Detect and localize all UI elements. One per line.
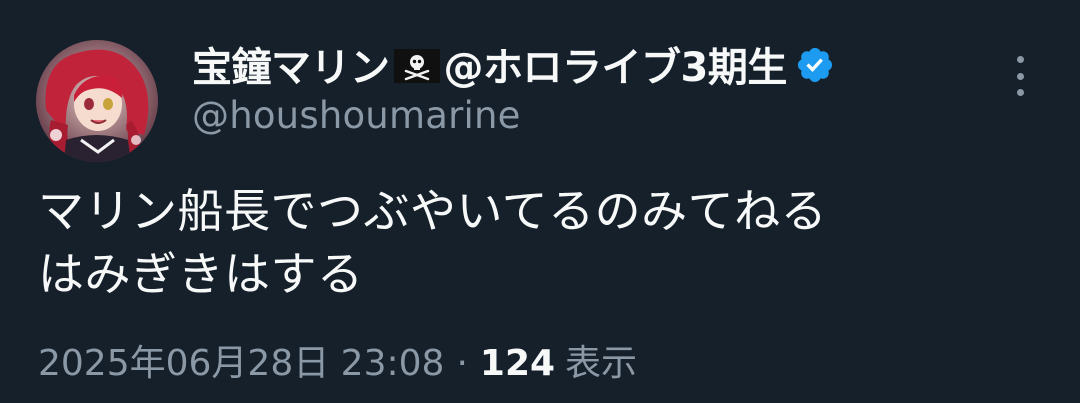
tweet-timestamp[interactable]: 2025年06月28日 23:08 (38, 334, 444, 386)
more-options-button[interactable] (1005, 56, 1035, 96)
author-display-name-suffix[interactable]: @ホロライブ3期生 (444, 35, 788, 93)
avatar[interactable] (36, 40, 158, 162)
tweet-text-line: マリン船長でつぶやいてるのみてねる (38, 184, 828, 238)
tweet: 宝鐘マリン @ホロライブ3期生 @houshoumarine マリン船長でつぶや… (0, 0, 1080, 403)
pirate-flag-icon (393, 49, 440, 83)
views-count[interactable]: 124 (480, 343, 555, 384)
tweet-meta: 2025年06月28日 23:08 · 124 表示 (38, 334, 637, 386)
author-name-row[interactable]: 宝鐘マリン @ホロライブ3期生 (192, 36, 980, 92)
meta-separator: · (456, 343, 468, 384)
author-handle[interactable]: @houshoumarine (192, 94, 980, 137)
more-dot-icon (1016, 56, 1024, 63)
tweet-header: 宝鐘マリン @ホロライブ3期生 @houshoumarine (192, 36, 980, 137)
avatar-image (36, 40, 158, 162)
more-dot-icon (1016, 89, 1024, 96)
tweet-text-line: はみぎきはする (38, 247, 364, 301)
views-label: 表示 (565, 343, 638, 384)
tweet-text: マリン船長でつぶやいてるのみてねる はみぎきはする (38, 180, 1038, 306)
verified-badge-icon[interactable] (795, 45, 835, 85)
more-dot-icon (1016, 72, 1024, 80)
author-display-name[interactable]: 宝鐘マリン (192, 35, 390, 93)
